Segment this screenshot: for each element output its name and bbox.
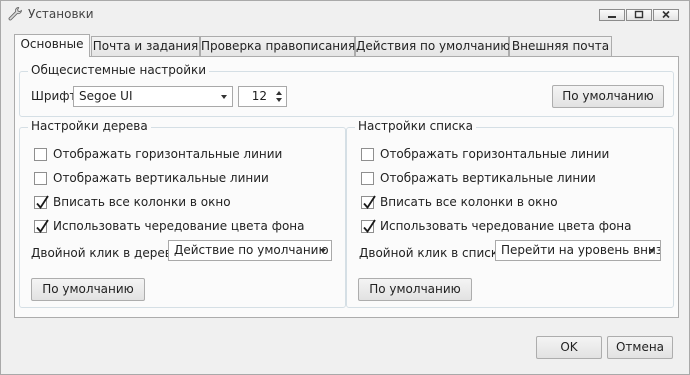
tree-default-button[interactable]: По умолчанию xyxy=(31,278,145,301)
tab-general[interactable]: Основные xyxy=(14,34,90,57)
tree-dblclick-select[interactable]: Действие по умолчанию xyxy=(168,240,332,261)
tree-dblclick-value: Действие по умолчанию xyxy=(174,243,329,257)
list-checkbox-label-2: Вписать все колонки в окно xyxy=(380,195,558,209)
tree-checkbox-label-3: Использовать чередование цвета фона xyxy=(53,219,305,233)
tree-checkbox-2[interactable] xyxy=(34,195,49,209)
tree-checkbox-label-2: Вписать все колонки в окно xyxy=(53,195,231,209)
title-bar: Установки xyxy=(1,1,689,28)
tab-label: Основные xyxy=(20,37,84,51)
chevron-down-icon xyxy=(221,95,227,99)
minimize-icon xyxy=(608,16,616,18)
list-checkbox-1[interactable] xyxy=(361,172,374,185)
settings-window: Установки Основные Почта и задания Прове… xyxy=(0,0,690,375)
tab-panel-general: Общесистемные настройки Шрифт: Segoe UI … xyxy=(14,56,679,318)
wrench-icon xyxy=(7,6,23,22)
tab-spellcheck[interactable]: Проверка правописания xyxy=(200,36,355,56)
group-title: Настройки дерева xyxy=(28,119,151,133)
tab-external-mail[interactable]: Внешняя почта xyxy=(509,36,612,56)
window-title: Установки xyxy=(28,7,94,21)
ok-button[interactable]: OK xyxy=(536,336,602,359)
list-checkbox-3[interactable] xyxy=(361,219,376,233)
tab-default-actions[interactable]: Действия по умолчанию xyxy=(355,36,511,56)
maximize-icon xyxy=(634,10,644,19)
list-checkbox-label-3: Использовать чередование цвета фона xyxy=(380,219,632,233)
list-checkbox-2[interactable] xyxy=(361,195,376,209)
list-checkbox-label-0: Отображать горизонтальные линии xyxy=(380,147,610,161)
tab-mail-tasks[interactable]: Почта и задания xyxy=(91,36,200,56)
list-checkbox-label-1: Отображать вертикальные линии xyxy=(380,171,596,185)
system-settings-group: Общесистемные настройки Шрифт: Segoe UI … xyxy=(19,63,674,117)
checkmark-icon xyxy=(363,219,376,233)
tree-checkbox-1[interactable] xyxy=(34,172,47,185)
list-default-button[interactable]: По умолчанию xyxy=(358,278,472,301)
close-button[interactable] xyxy=(653,9,679,21)
list-checkbox-0[interactable] xyxy=(361,148,374,161)
font-select-value: Segoe UI xyxy=(79,89,133,103)
tree-checkbox-0[interactable] xyxy=(34,148,47,161)
system-default-button[interactable]: По умолчанию xyxy=(552,85,664,108)
minimize-button[interactable] xyxy=(599,9,625,21)
tree-settings-group: Настройки дерева Двойной клик в дереве: … xyxy=(19,119,346,308)
maximize-button[interactable] xyxy=(626,9,652,21)
list-dblclick-select[interactable]: Перейти на уровень вниз xyxy=(495,240,661,261)
tab-label: Проверка правописания xyxy=(201,39,356,53)
tab-label: Внешняя почта xyxy=(511,39,610,53)
close-icon xyxy=(662,10,670,19)
checkmark-icon xyxy=(36,195,49,209)
tree-checkbox-3[interactable] xyxy=(34,219,49,233)
tree-checkbox-label-0: Отображать горизонтальные линии xyxy=(53,147,283,161)
spin-down-icon[interactable] xyxy=(276,98,282,102)
list-dblclick-label: Двойной клик в списке: xyxy=(359,246,510,260)
list-dblclick-value: Перейти на уровень вниз xyxy=(501,243,661,257)
cancel-button[interactable]: Отмена xyxy=(607,336,673,359)
list-settings-group: Настройки списка Двойной клик в списке: … xyxy=(346,119,674,308)
tab-label: Почта и задания xyxy=(92,39,199,53)
spin-up-icon[interactable] xyxy=(276,91,282,95)
font-select[interactable]: Segoe UI xyxy=(73,86,233,107)
checkmark-icon xyxy=(363,195,376,209)
group-title: Общесистемные настройки xyxy=(28,63,210,77)
tree-checkbox-label-1: Отображать вертикальные линии xyxy=(53,171,269,185)
checkmark-icon xyxy=(36,219,49,233)
font-size-stepper[interactable]: 12 xyxy=(238,86,287,107)
chevron-down-icon xyxy=(320,249,326,253)
tab-label: Действия по умолчанию xyxy=(356,39,511,53)
tree-dblclick-label: Двойной клик в дереве: xyxy=(31,246,184,260)
group-title: Настройки списка xyxy=(355,119,477,133)
chevron-down-icon xyxy=(649,249,655,253)
font-size-value: 12 xyxy=(251,89,267,103)
